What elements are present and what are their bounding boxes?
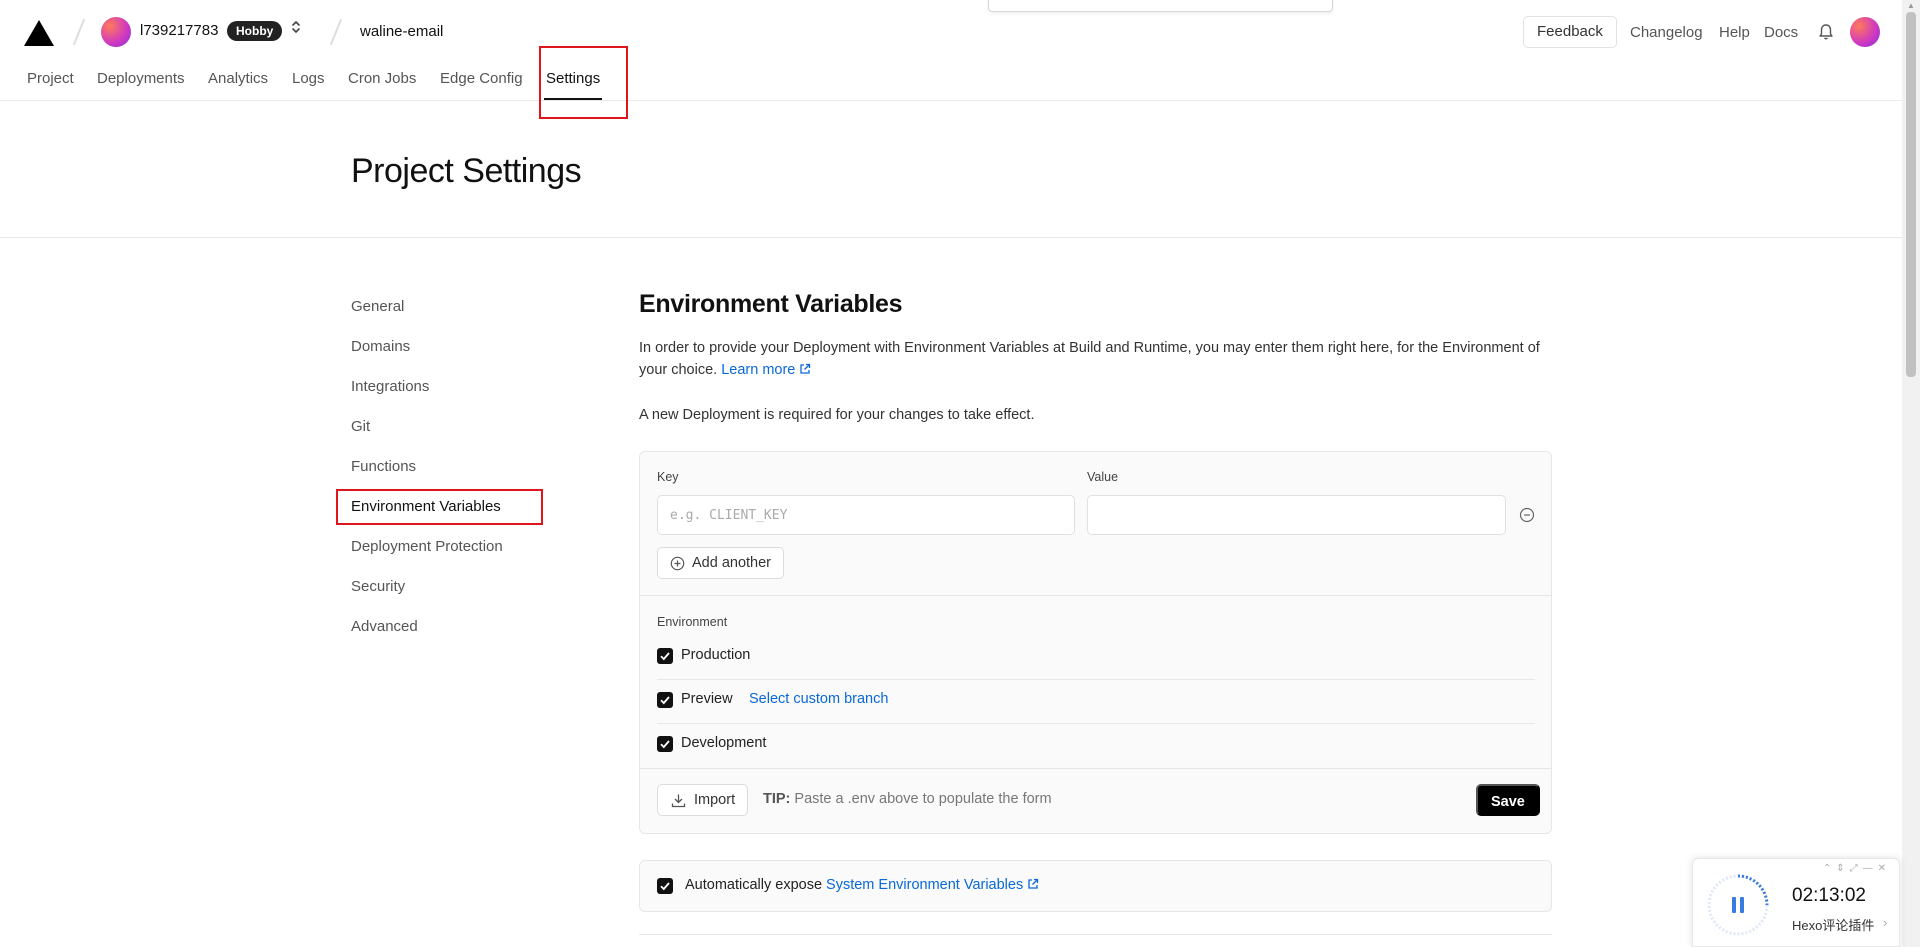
team-avatar[interactable]	[101, 17, 131, 47]
tab-project[interactable]: Project	[27, 70, 74, 87]
divider	[639, 934, 1552, 935]
add-another-button[interactable]: Add another	[657, 547, 785, 579]
plus-circle-icon	[670, 556, 685, 571]
sidebar-item-security[interactable]: Security	[351, 578, 405, 595]
top-navigation: l739217783 Hobby waline-email Feedback C…	[0, 0, 1902, 101]
download-icon	[671, 794, 686, 808]
value-input[interactable]	[1087, 495, 1506, 535]
sidebar-item-git[interactable]: Git	[351, 418, 370, 435]
widget-time: 02:13:02	[1792, 885, 1866, 906]
preview-checkbox[interactable]	[657, 692, 673, 708]
system-env-vars-card: Automatically expose System Environment …	[639, 860, 1552, 912]
deployment-notice: A new Deployment is required for your ch…	[639, 407, 1035, 423]
key-input[interactable]	[657, 495, 1075, 535]
import-button[interactable]: Import	[657, 784, 749, 816]
chevron-right-icon[interactable]: ›	[1883, 915, 1887, 930]
user-avatar[interactable]	[1850, 17, 1880, 47]
vercel-logo-icon[interactable]	[24, 20, 54, 46]
value-label: Value	[1087, 470, 1119, 484]
env-description: In order to provide your Deployment with…	[639, 337, 1554, 381]
scroll-up-arrow-icon[interactable]: ▲	[1906, 2, 1916, 10]
team-switcher-chevron-icon[interactable]	[289, 19, 303, 36]
tab-logs[interactable]: Logs	[292, 70, 325, 87]
widget-track-label[interactable]: Hexo评论插件	[1792, 915, 1874, 934]
development-checkbox[interactable]	[657, 736, 673, 752]
music-player-widget: ⌃⇕⤢—✕ 02:13:02 Hexo评论插件 ›	[1692, 858, 1900, 947]
breadcrumb-separator	[329, 18, 343, 46]
widget-window-controls[interactable]: ⌃⇕⤢—✕	[1823, 863, 1891, 874]
import-tip: TIP: Paste a .env above to populate the …	[763, 791, 1052, 807]
import-label: Import	[694, 792, 736, 808]
production-label: Production	[681, 647, 751, 663]
plan-badge: Hobby	[227, 21, 283, 41]
scrollbar-thumb[interactable]	[1906, 12, 1916, 377]
production-checkbox[interactable]	[657, 648, 673, 664]
breadcrumb-separator	[72, 18, 86, 46]
popup-panel-edge	[988, 0, 1333, 12]
page-header: Project Settings	[0, 101, 1902, 238]
docs-link[interactable]: Docs	[1764, 24, 1798, 41]
page-title: Project Settings	[351, 152, 582, 190]
env-row-development: Development	[657, 724, 1535, 768]
add-another-label: Add another	[692, 555, 772, 571]
system-env-vars-label: System Environment Variables	[826, 877, 1024, 893]
tab-cron-jobs[interactable]: Cron Jobs	[348, 70, 416, 87]
remove-circle-icon[interactable]	[1519, 507, 1535, 523]
bell-icon[interactable]	[1816, 22, 1836, 42]
system-env-vars-link[interactable]: System Environment Variables	[826, 877, 1039, 893]
tab-edge-config[interactable]: Edge Config	[440, 70, 523, 87]
env-row-preview: Preview Select custom branch	[657, 680, 1535, 724]
changelog-link[interactable]: Changelog	[1630, 24, 1703, 41]
external-link-icon	[1028, 878, 1039, 889]
sidebar-item-general[interactable]: General	[351, 298, 404, 315]
sidebar-item-functions[interactable]: Functions	[351, 458, 416, 475]
pause-icon[interactable]	[1706, 873, 1770, 937]
form-footer: Import TIP: Paste a .env above to popula…	[640, 768, 1551, 833]
development-label: Development	[681, 735, 767, 751]
sidebar-item-domains[interactable]: Domains	[351, 338, 410, 355]
learn-more-label: Learn more	[721, 362, 796, 378]
help-link[interactable]: Help	[1719, 24, 1750, 41]
environment-variables-highlight	[336, 489, 543, 525]
team-name[interactable]: l739217783	[140, 22, 218, 39]
divider	[640, 595, 1551, 596]
expose-text: Automatically expose System Environment …	[685, 877, 1039, 893]
save-button[interactable]: Save	[1476, 784, 1540, 816]
expose-system-vars-checkbox[interactable]	[657, 878, 673, 894]
sidebar-item-advanced[interactable]: Advanced	[351, 618, 418, 635]
select-custom-branch-link[interactable]: Select custom branch	[749, 691, 888, 707]
learn-more-link[interactable]: Learn more	[721, 362, 811, 378]
sidebar-item-integrations[interactable]: Integrations	[351, 378, 429, 395]
preview-label: Preview	[681, 691, 733, 707]
env-var-form: Key Value Add another Environment Produc…	[639, 451, 1552, 834]
section-title: Environment Variables	[639, 290, 903, 318]
tab-deployments[interactable]: Deployments	[97, 70, 185, 87]
project-name[interactable]: waline-email	[360, 23, 443, 40]
tab-analytics[interactable]: Analytics	[208, 70, 268, 87]
feedback-button[interactable]: Feedback	[1523, 16, 1617, 48]
environment-label: Environment	[657, 615, 728, 629]
expose-label: Automatically expose	[685, 877, 823, 893]
tip-text: Paste a .env above to populate the form	[794, 791, 1052, 807]
env-row-production: Production	[657, 636, 1535, 680]
sidebar-item-deployment-protection[interactable]: Deployment Protection	[351, 538, 503, 555]
key-label: Key	[657, 470, 679, 484]
external-link-icon	[800, 363, 811, 374]
tip-label: TIP:	[763, 791, 791, 807]
